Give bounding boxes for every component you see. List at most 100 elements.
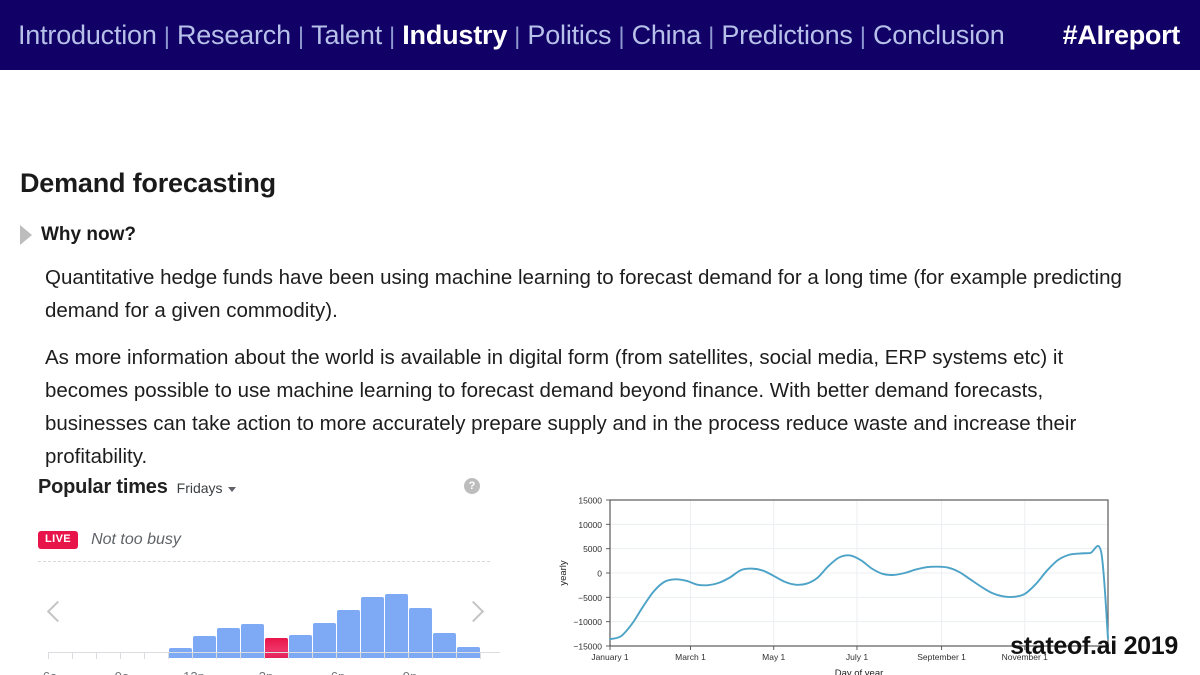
nav-item-talent[interactable]: Talent (311, 21, 382, 49)
bar-slot[interactable] (144, 572, 168, 658)
axis-tick (192, 653, 193, 659)
nav-separator: | (514, 22, 521, 50)
bar-7p[interactable] (360, 597, 384, 658)
axis-tick (120, 653, 121, 659)
page-title: Demand forecasting (20, 168, 276, 198)
data-series-yearly (609, 545, 1109, 641)
bar-chart-axis (48, 652, 500, 659)
y-tick-label: −10000 (573, 617, 602, 627)
axis-tick (72, 653, 73, 659)
axis-tick (288, 653, 289, 659)
y-axis-title: yearly (558, 560, 569, 586)
x-axis-title: Day of year (835, 668, 884, 675)
axis-tick (264, 653, 265, 659)
footer-credit: stateof.ai 2019 (1010, 632, 1178, 660)
bar-slot[interactable] (288, 572, 312, 658)
live-status-row: LIVE Not too busy (38, 531, 496, 549)
y-tick-label: −15000 (573, 642, 602, 652)
divider (38, 561, 490, 562)
axis-tick (48, 653, 49, 659)
x-tick-label: 9p (403, 669, 417, 675)
nav-item-conclusion[interactable]: Conclusion (873, 21, 1005, 49)
bar-slot[interactable] (408, 572, 432, 658)
popular-times-chart (38, 572, 500, 668)
popular-times-widget: Popular times Fridays ? LIVE Not too bus… (38, 476, 500, 675)
x-tick-label: May 1 (762, 652, 785, 662)
bar-slot[interactable] (240, 572, 264, 658)
bar-slot[interactable] (432, 572, 456, 658)
body-paragraph-1: Quantitative hedge funds have been using… (45, 266, 1122, 322)
report-hashtag: #AIreport (1062, 19, 1181, 50)
section-heading: Why now? (20, 224, 136, 246)
axis-tick (216, 653, 217, 659)
axis-tick (312, 653, 313, 659)
nav-item-politics[interactable]: Politics (527, 21, 611, 49)
bar-slot[interactable] (216, 572, 240, 658)
x-tick-label: 6a (43, 669, 57, 675)
section-heading-label: Why now? (41, 224, 136, 245)
day-selector-label: Fridays (176, 480, 223, 496)
bar-slot[interactable] (192, 572, 216, 658)
x-tick-label: 6p (331, 669, 345, 675)
x-tick-label: 9a (115, 669, 129, 675)
bar-slot[interactable] (72, 572, 96, 658)
triangle-bullet-icon (20, 225, 32, 245)
axis-tick (480, 653, 481, 659)
y-tick-label: 0 (597, 569, 602, 579)
bar-8p[interactable] (384, 594, 408, 658)
x-tick-label: January 1 (591, 652, 629, 662)
axis-tick (144, 653, 145, 659)
day-selector[interactable]: Fridays (177, 480, 236, 496)
y-tick-label: −5000 (578, 593, 602, 603)
nav-separator: | (297, 22, 305, 50)
bar-slot[interactable] (120, 572, 144, 658)
nav-item-predictions[interactable]: Predictions (721, 21, 853, 49)
bar-slot[interactable] (48, 572, 72, 658)
bar-slot[interactable] (456, 572, 480, 658)
nav-item-list: Introduction | Research | Talent | Industry | Po… (18, 21, 1037, 50)
bar-slot[interactable] (384, 572, 408, 658)
axis-tick (168, 653, 169, 659)
bar-series (48, 572, 500, 658)
body-paragraph-2: As more information about the world is a… (45, 346, 1077, 468)
axis-tick (96, 653, 97, 659)
axis-tick (336, 653, 337, 659)
nav-separator: | (618, 22, 625, 50)
bar-6p[interactable] (336, 610, 360, 658)
bar-slot[interactable] (264, 572, 288, 658)
axis-tick (432, 653, 433, 659)
axis-tick (408, 653, 409, 659)
x-tick-label: March 1 (675, 652, 706, 662)
bar-slot[interactable] (168, 572, 192, 658)
help-icon[interactable]: ? (464, 478, 480, 494)
nav-item-introduction[interactable]: Introduction (18, 21, 157, 49)
bar-slot[interactable] (96, 572, 120, 658)
bar-9p[interactable] (408, 607, 432, 658)
nav-separator: | (163, 22, 170, 50)
bar-chart-tick-labels: 6a 9a 12p 3p 6p 9p (38, 669, 490, 675)
popular-times-header: Popular times Fridays ? (38, 476, 496, 502)
y-tick-label: 10000 (578, 520, 602, 530)
x-tick-label: 3p (259, 669, 273, 675)
bar-slot[interactable] (312, 572, 336, 658)
popular-times-title: Popular times (38, 476, 168, 498)
nav-item-china[interactable]: China (632, 21, 702, 49)
live-status-label: Not too busy (91, 531, 181, 548)
nav-separator: | (389, 22, 396, 50)
bar-slot[interactable] (336, 572, 360, 658)
y-tick-label: 15000 (578, 496, 602, 506)
nav-item-industry[interactable]: Industry (402, 21, 507, 49)
axis-tick (384, 653, 385, 659)
status-badge: LIVE (38, 531, 79, 549)
slide-content: Demand forecasting Why now? Quantitative… (0, 70, 1200, 675)
bar-slot[interactable] (360, 572, 384, 658)
nav-separator: | (859, 22, 866, 50)
nav-item-research[interactable]: Research (177, 21, 291, 49)
axis-tick (240, 653, 241, 659)
x-tick-label: 12p (183, 669, 205, 675)
axis-tick (360, 653, 361, 659)
axis-tick (456, 653, 457, 659)
x-tick-label: September 1 (917, 652, 966, 662)
top-navigation-bar: Introduction | Research | Talent | Industry | Po… (0, 0, 1200, 70)
y-tick-label: 5000 (583, 544, 602, 554)
